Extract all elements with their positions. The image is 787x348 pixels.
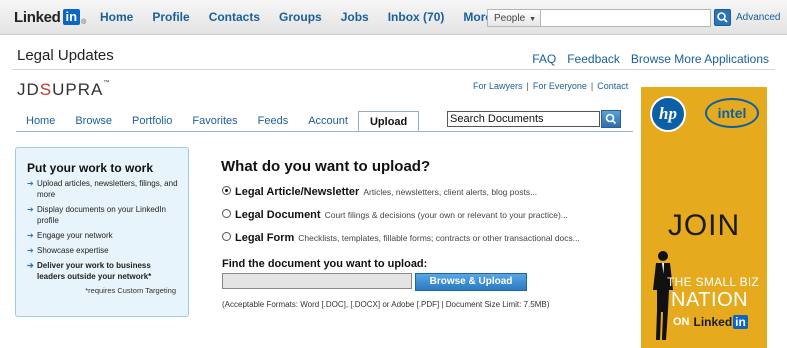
- document-search-input[interactable]: Search Documents: [447, 111, 600, 127]
- logo-part-jd: JD: [17, 80, 40, 99]
- nav-contacts[interactable]: Contacts: [209, 10, 260, 24]
- nav-jobs[interactable]: Jobs: [341, 10, 369, 24]
- contact-link[interactable]: Contact: [597, 81, 628, 91]
- radio-legal-form[interactable]: [222, 232, 231, 241]
- logo-in-badge: in: [62, 9, 81, 25]
- radio-legal-article[interactable]: [222, 186, 231, 195]
- promo-footnote: *requires Custom Targeting: [85, 286, 176, 295]
- ad-linkedin-text: Linked: [693, 315, 733, 329]
- option-label: Legal Document: [235, 209, 321, 221]
- promo-item-text: Engage your network: [37, 231, 113, 240]
- option-legal-article[interactable]: Legal Article/Newsletter Articles, newsl…: [222, 186, 537, 198]
- faq-link[interactable]: FAQ: [532, 52, 556, 66]
- page-title: Legal Updates: [17, 47, 114, 64]
- list-item: ➔ Display documents on your LinkedIn prof…: [27, 204, 180, 226]
- feedback-link[interactable]: Feedback: [567, 52, 620, 66]
- promo-item-text: Showcase expertise: [37, 246, 109, 255]
- app-links: FAQ Feedback Browse More Applications: [521, 52, 769, 66]
- arrow-icon: ➔: [27, 179, 34, 188]
- logo-part-s: S: [39, 80, 53, 99]
- search-icon: [605, 113, 617, 125]
- nav-groups[interactable]: Groups: [279, 10, 322, 24]
- promo-item-text: Display documents on your LinkedIn profi…: [37, 205, 166, 225]
- logo-part-upra: UPRA: [52, 80, 104, 99]
- ad-line2: NATION: [671, 289, 749, 311]
- linkedin-search-input[interactable]: [541, 9, 711, 27]
- option-legal-document[interactable]: Legal Document Court filings & decisions…: [222, 209, 568, 221]
- search-scope-label: People: [494, 13, 526, 24]
- linkedin-top-bar: Linked in ® Home Profile Contacts Groups J…: [0, 0, 787, 35]
- browse-apps-link[interactable]: Browse More Applications: [631, 52, 769, 66]
- jdsupra-tabs: Home Browse Portfolio Favorites Feeds Ac…: [16, 111, 420, 132]
- advertisement-banner[interactable]: hp intel JOIN THE SMALL BIZ NATION ON Li…: [641, 87, 767, 348]
- find-document-label: Find the document you want to upload:: [222, 258, 428, 270]
- caret-down-icon: ▼: [529, 16, 537, 23]
- option-description: Articles, newsletters, client alerts, bl…: [363, 187, 538, 197]
- promo-item-text: Upload articles, newsletters, filings, a…: [37, 179, 178, 199]
- ad-linkedin-logo: Linked in: [694, 315, 748, 329]
- ad-headline: JOIN: [667, 209, 741, 242]
- option-description: Court filings & decisions (your own or r…: [324, 210, 568, 220]
- promo-title: Put your work to work: [27, 161, 154, 175]
- acceptable-formats-note: (Acceptable Formats: Word [.DOC], [.DOCX…: [222, 300, 550, 309]
- ad-linkedin-in: in: [733, 315, 748, 329]
- for-lawyers-link[interactable]: For Lawyers: [473, 81, 523, 91]
- tab-underline: [16, 131, 633, 132]
- link-separator: |: [590, 81, 594, 91]
- for-everyone-link[interactable]: For Everyone: [533, 81, 587, 91]
- file-path-input[interactable]: [222, 273, 412, 289]
- search-icon: [717, 12, 728, 23]
- logo-trademark: ™: [103, 80, 111, 86]
- radio-legal-document[interactable]: [222, 209, 231, 218]
- tab-favorites[interactable]: Favorites: [182, 111, 247, 130]
- tab-home[interactable]: Home: [16, 111, 65, 130]
- list-item: ➔ Showcase expertise: [27, 245, 180, 256]
- option-description: Checklists, templates, fillable forms; c…: [298, 233, 580, 243]
- jdsupra-logo[interactable]: JDSUPRA™: [17, 80, 110, 100]
- nav-profile[interactable]: Profile: [152, 10, 189, 24]
- ad-line3: ON Linked in: [673, 315, 748, 329]
- linkedin-logo[interactable]: Linked in ®: [14, 8, 87, 27]
- option-label: Legal Form: [235, 232, 295, 244]
- logo-text: Linked: [14, 8, 61, 26]
- promo-list: ➔ Upload articles, newsletters, filings, …: [27, 178, 180, 282]
- linkedin-main-nav: Home Profile Contacts Groups Jobs Inbox …: [100, 10, 521, 24]
- ad-line1: THE SMALL BIZ: [667, 275, 760, 289]
- tab-account[interactable]: Account: [298, 111, 358, 130]
- browse-upload-button[interactable]: Browse & Upload: [415, 273, 527, 291]
- list-item: ➔ Engage your network: [27, 230, 180, 241]
- arrow-icon: ➔: [27, 231, 34, 240]
- tab-feeds[interactable]: Feeds: [248, 111, 299, 130]
- search-scope-select[interactable]: People ▼: [487, 9, 541, 27]
- divider: [12, 69, 775, 70]
- arrow-icon: ➔: [27, 246, 34, 255]
- ad-on-text: ON: [673, 316, 690, 328]
- promo-box: Put your work to work ➔ Upload articles, …: [15, 147, 189, 317]
- upload-question: What do you want to upload?: [221, 158, 431, 175]
- advanced-search-link[interactable]: Advanced: [736, 12, 780, 23]
- arrow-icon: ➔: [27, 205, 34, 214]
- option-label: Legal Article/Newsletter: [235, 186, 360, 198]
- tab-browse[interactable]: Browse: [65, 111, 122, 130]
- option-legal-form[interactable]: Legal Form Checklists, templates, fillab…: [222, 232, 580, 244]
- list-item: ➔ Upload articles, newsletters, filings, …: [27, 178, 180, 200]
- linkedin-search-button[interactable]: [714, 9, 731, 26]
- hp-logo: hp: [650, 96, 686, 132]
- promo-item-text: Deliver your work to business leaders ou…: [37, 261, 152, 281]
- nav-inbox[interactable]: Inbox (70): [388, 10, 445, 24]
- logo-registered: ®: [81, 19, 87, 26]
- intel-logo: intel: [705, 98, 759, 128]
- tab-upload[interactable]: Upload: [357, 111, 420, 132]
- nav-home[interactable]: Home: [100, 10, 133, 24]
- jdsupra-top-links: For Lawyers | For Everyone | Contact: [473, 81, 628, 91]
- link-separator: |: [526, 81, 529, 91]
- list-item: ➔ Deliver your work to business leaders o…: [27, 260, 180, 282]
- tab-portfolio[interactable]: Portfolio: [122, 111, 182, 130]
- document-search-button[interactable]: [601, 110, 621, 128]
- arrow-icon: ➔: [27, 261, 34, 270]
